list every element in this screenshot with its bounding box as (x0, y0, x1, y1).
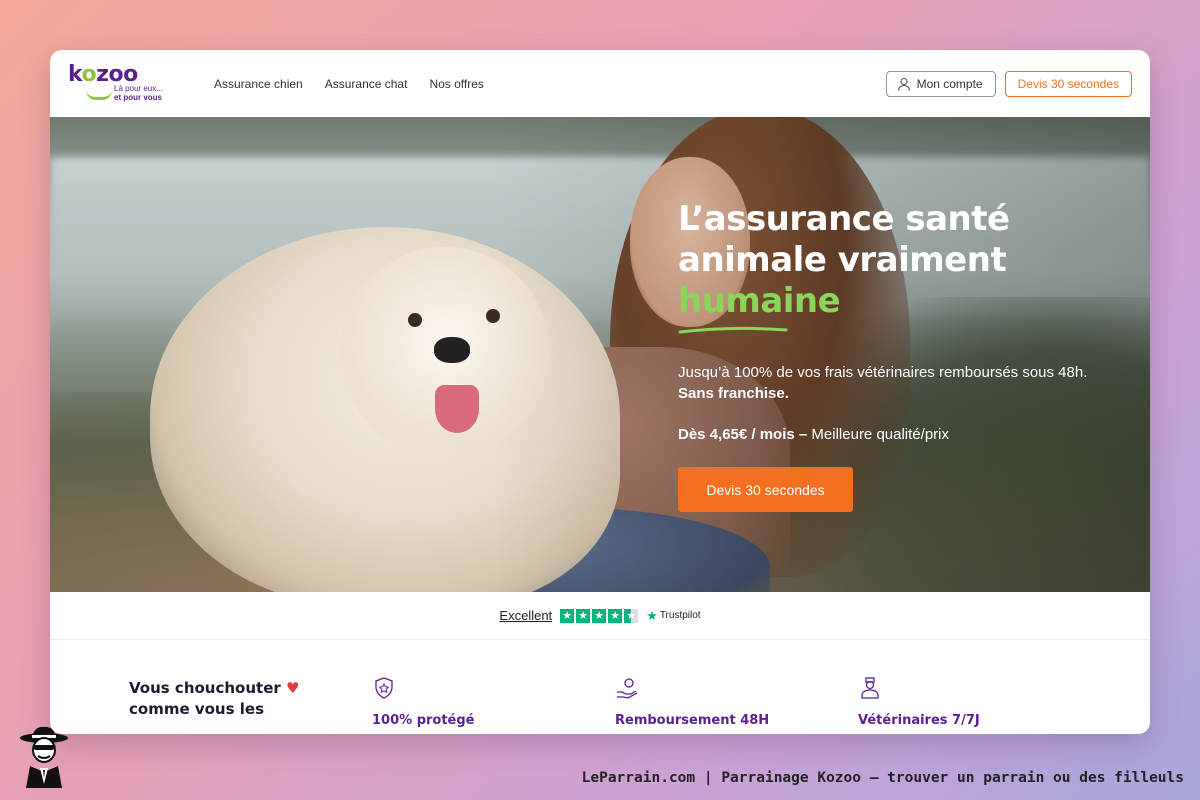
logo-tagline: Là pour eux... et pour vous (114, 83, 163, 102)
title-underline-decoration (678, 326, 788, 334)
feature-veterinarians: Vétérinaires 7/7J (858, 676, 980, 728)
browser-window: kozoo Là pour eux... et pour vous Assura… (50, 50, 1150, 734)
features-intro: Vous chouchouter ♥ comme vous les (129, 679, 300, 718)
nav-assurance-chat[interactable]: Assurance chat (325, 77, 408, 91)
kozoo-logo[interactable]: kozoo Là pour eux... et pour vous (68, 62, 178, 106)
my-account-button[interactable]: Mon compte (885, 70, 996, 97)
feature-protection: 100% protégé (372, 676, 475, 728)
half-star-icon: ★ (624, 608, 639, 623)
page-caption: LeParrain.com | Parrainage Kozoo — trouv… (581, 770, 1184, 786)
hand-coin-icon (617, 678, 638, 699)
feature-label: Remboursement 48H (615, 713, 770, 728)
trustpilot-logo: ★ Trustpilot (646, 607, 701, 623)
hero-devis-button[interactable]: Devis 30 secondes (678, 467, 853, 512)
heart-icon: ♥ (286, 679, 300, 697)
logo-smile-icon (86, 90, 112, 100)
feature-reimbursement: Remboursement 48H (615, 676, 769, 728)
site-header: kozoo Là pour eux... et pour vous Assura… (50, 50, 1150, 117)
veterinarian-icon (861, 677, 879, 699)
nav-assurance-chien[interactable]: Assurance chien (214, 77, 303, 91)
main-nav: Assurance chien Assurance chat Nos offre… (214, 77, 484, 91)
trustpilot-stars: ★ ★ ★ ★ ★ (560, 608, 639, 623)
user-icon (897, 77, 910, 91)
hero-price: Dès 4,65€ / mois – Meilleure qualité/pri… (678, 426, 949, 443)
hero-copy: L’assurance santé animale vraiment humai… (678, 199, 1108, 512)
trustpilot-rating-label[interactable]: Excellent (499, 608, 552, 623)
shield-star-icon (375, 677, 393, 699)
star-icon: ★ (560, 608, 575, 623)
leparrain-mascot-icon (20, 726, 68, 788)
trustpilot-bar[interactable]: Excellent ★ ★ ★ ★ ★ ★ Trustpilot (50, 592, 1150, 640)
my-account-label: Mon compte (916, 76, 983, 91)
header-devis-button[interactable]: Devis 30 secondes (1004, 70, 1132, 97)
hero-section: L’assurance santé animale vraiment humai… (50, 117, 1150, 592)
hero-title-highlight: humaine (678, 281, 841, 321)
star-icon: ★ (592, 608, 607, 623)
feature-label: 100% protégé (372, 713, 475, 728)
header-actions: Mon compte Devis 30 secondes (885, 70, 1132, 97)
star-icon: ★ (576, 608, 591, 623)
header-devis-label: Devis 30 secondes (1017, 76, 1119, 91)
nav-nos-offres[interactable]: Nos offres (429, 77, 483, 91)
hero-subtitle: Jusqu’à 100% de vos frais vétérinaires r… (678, 364, 1088, 402)
features-section: Vous chouchouter ♥ comme vous les 100% p… (50, 640, 1150, 734)
star-icon: ★ (608, 608, 623, 623)
hero-title: L’assurance santé animale vraiment humai… (678, 199, 1108, 322)
feature-label: Vétérinaires 7/7J (858, 713, 980, 728)
trustpilot-star-icon: ★ (646, 607, 658, 623)
